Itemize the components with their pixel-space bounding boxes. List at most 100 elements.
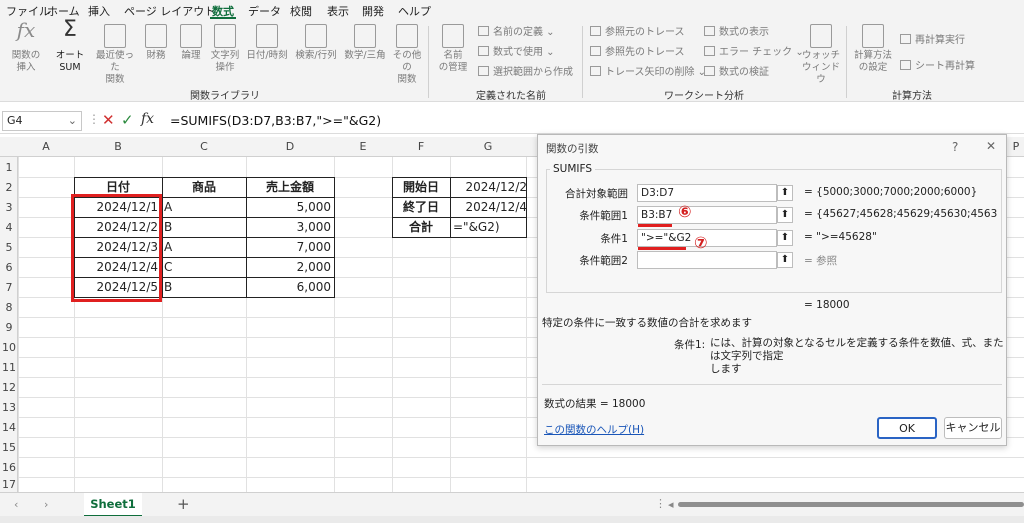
insert-function-button[interactable]: fx 関数の 挿入 (8, 20, 44, 74)
argument-description: には、計算の対象となるセルを定義する条件を数値、式、または文字列で指定 します (710, 337, 1004, 375)
cell-product[interactable]: C (164, 257, 244, 277)
ok-button[interactable]: OK (877, 417, 937, 439)
add-sheet-icon[interactable]: + (177, 495, 190, 513)
cell-sales[interactable]: 6,000 (246, 277, 331, 297)
cell-sales[interactable]: 2,000 (246, 257, 331, 277)
cell-product[interactable]: A (164, 197, 244, 217)
row-header[interactable]: 2 (0, 181, 18, 194)
recent-functions-button[interactable]: 最近使った 関数 (93, 24, 137, 86)
math-button[interactable]: 数学/三角 (342, 24, 388, 62)
row-header[interactable]: 1 (0, 161, 18, 174)
lookup-button[interactable]: 検索/行列 (293, 24, 339, 62)
row-header[interactable]: 14 (0, 421, 18, 434)
total-label[interactable]: 合計 (392, 217, 450, 237)
criteria-range2-input[interactable] (637, 251, 777, 269)
tab-file[interactable]: ファイル (6, 3, 50, 19)
formula-input[interactable]: =SUMIFS(D3:D7,B3:B7,">="&G2) (170, 113, 381, 128)
next-sheet-icon[interactable]: › (44, 498, 48, 511)
cell-sales[interactable]: 3,000 (246, 217, 331, 237)
evaluate-formula-button[interactable]: 数式の検証 (704, 66, 769, 80)
scroll-left-icon[interactable]: ◂ (668, 498, 674, 511)
tab-developer[interactable]: 開発 (362, 3, 384, 19)
text-button[interactable]: 文字列 操作 (209, 24, 241, 74)
help-button[interactable]: ? (952, 140, 958, 154)
cell-product[interactable]: B (164, 217, 244, 237)
prev-sheet-icon[interactable]: ‹ (14, 498, 18, 511)
collapse-dialog-icon[interactable]: ⬆ (777, 252, 793, 268)
remove-arrows-button[interactable]: トレース矢印の削除 ⌄ (590, 66, 706, 80)
cell-sales[interactable]: 5,000 (246, 197, 331, 217)
create-from-selection-button[interactable]: 選択範囲から作成 (478, 66, 573, 80)
column-header-d[interactable]: D (246, 140, 334, 153)
function-help-link[interactable]: この関数のヘルプ(H) (544, 422, 644, 437)
row-header[interactable]: 17 (0, 478, 18, 491)
row-header[interactable]: 6 (0, 261, 18, 274)
show-formulas-button[interactable]: 数式の表示 (704, 26, 769, 40)
logical-button[interactable]: 論理 (176, 24, 206, 62)
row-header[interactable]: 15 (0, 441, 18, 454)
sum-range-input[interactable]: D3:D7 (637, 184, 777, 202)
tab-review[interactable]: 校閲 (290, 3, 312, 19)
error-check-button[interactable]: エラー チェック ⌄ (704, 46, 804, 60)
financial-button[interactable]: 財務 (141, 24, 171, 62)
row-header[interactable]: 3 (0, 201, 18, 214)
name-box[interactable]: G4 ⌄ (2, 111, 82, 131)
autosum-button[interactable]: Σ オート SUM (50, 19, 90, 74)
row-header[interactable]: 13 (0, 401, 18, 414)
define-name-button[interactable]: 名前の定義 ⌄ (478, 26, 555, 40)
calc-options-button[interactable]: 計算方法 の設定 (852, 24, 894, 74)
more-functions-button[interactable]: その他の 関数 (390, 24, 424, 86)
horizontal-scrollbar[interactable] (678, 502, 1024, 507)
column-header-b[interactable]: B (74, 140, 162, 153)
use-in-formula-button[interactable]: 数式で使用 ⌄ (478, 46, 555, 60)
cell-product[interactable]: B (164, 277, 244, 297)
total-formula-cell[interactable]: ="&G2) (453, 217, 527, 237)
cancel-entry-icon[interactable]: ✕ (102, 111, 115, 129)
calculate-now-button[interactable]: 再計算実行 (900, 34, 965, 48)
fx-icon[interactable]: fx (141, 111, 154, 127)
row-header[interactable]: 12 (0, 381, 18, 394)
row-header[interactable]: 7 (0, 281, 18, 294)
confirm-entry-icon[interactable]: ✓ (121, 111, 134, 129)
criteria-range1-input[interactable]: B3:B7 (637, 206, 777, 224)
cell-sales[interactable]: 7,000 (246, 237, 331, 257)
row-header[interactable]: 5 (0, 241, 18, 254)
tab-insert[interactable]: 挿入 (88, 3, 110, 19)
row-header[interactable]: 10 (0, 341, 18, 354)
calculate-sheet-button[interactable]: シート再計算 (900, 60, 975, 74)
column-header-c[interactable]: C (162, 140, 246, 153)
tab-data[interactable]: データ (248, 3, 281, 19)
row-header[interactable]: 4 (0, 221, 18, 234)
collapse-dialog-icon[interactable]: ⬆ (777, 230, 793, 246)
more-sheets-icon[interactable]: ⋮ (655, 497, 666, 510)
close-button[interactable]: ✕ (986, 139, 996, 153)
column-header-f[interactable]: F (392, 140, 450, 153)
row-header[interactable]: 8 (0, 301, 18, 314)
trace-precedents-button[interactable]: 参照元のトレース (590, 26, 685, 40)
datetime-button[interactable]: 日付/時刻 (244, 24, 290, 62)
cell-product[interactable]: A (164, 237, 244, 257)
collapse-dialog-icon[interactable]: ⬆ (777, 185, 793, 201)
row-header[interactable]: 11 (0, 361, 18, 374)
column-header-g[interactable]: G (450, 140, 526, 153)
end-date-value[interactable]: 2024/12/4 (452, 197, 527, 217)
sheet-tab-sheet1[interactable]: Sheet1 (84, 493, 142, 517)
start-date-label[interactable]: 開始日 (392, 177, 450, 197)
tab-help[interactable]: ヘルプ (398, 3, 431, 19)
start-date-value[interactable]: 2024/12/2 (452, 177, 527, 197)
trace-dependents-button[interactable]: 参照先のトレース (590, 46, 685, 60)
collapse-dialog-icon[interactable]: ⬆ (777, 207, 793, 223)
tab-view[interactable]: 表示 (327, 3, 349, 19)
column-header-p[interactable]: P (1008, 140, 1024, 153)
end-date-label[interactable]: 終了日 (392, 197, 450, 217)
header-product[interactable]: 商品 (162, 177, 246, 197)
tab-page-layout[interactable]: ページ レイアウト (124, 3, 215, 19)
column-header-a[interactable]: A (18, 140, 74, 153)
row-header[interactable]: 16 (0, 461, 18, 474)
row-header[interactable]: 9 (0, 321, 18, 334)
cancel-button[interactable]: キャンセル (944, 417, 1002, 439)
column-header-e[interactable]: E (334, 140, 392, 153)
header-sales[interactable]: 売上金額 (246, 177, 334, 197)
name-manager-button[interactable]: 名前 の管理 (436, 24, 470, 74)
watch-window-button[interactable]: ウォッチ ウィンドウ (800, 24, 842, 86)
